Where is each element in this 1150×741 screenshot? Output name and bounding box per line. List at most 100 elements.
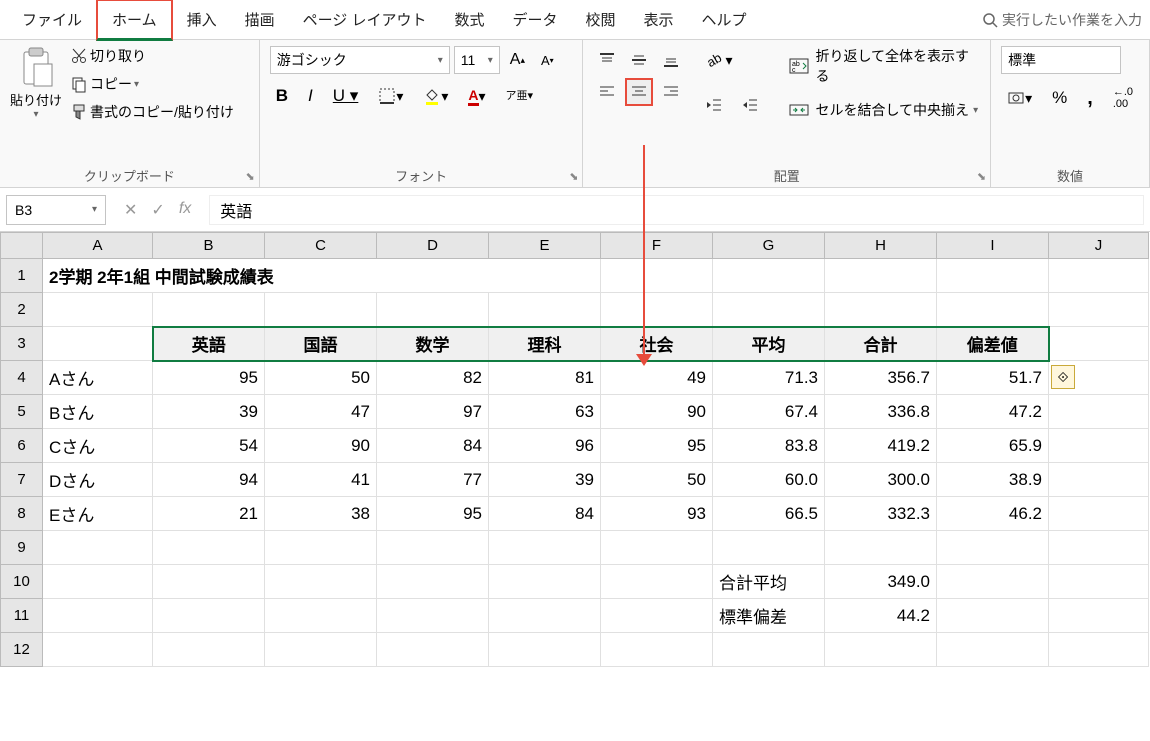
cell[interactable]: 81 (489, 361, 601, 395)
cell[interactable]: 54 (153, 429, 265, 463)
cell[interactable]: 49 (601, 361, 713, 395)
increase-decimal-button[interactable]: ←.0.00 (1107, 82, 1139, 114)
student-name[interactable]: Eさん (43, 497, 153, 531)
percent-button[interactable]: % (1046, 84, 1073, 112)
col-header[interactable]: H (825, 233, 937, 259)
cell[interactable]: 300.0 (825, 463, 937, 497)
tab-draw[interactable]: 描画 (231, 1, 289, 38)
alignment-launcher[interactable]: ⬊ (977, 170, 986, 183)
table-header[interactable]: 社会 (601, 327, 713, 361)
cell[interactable]: 47 (265, 395, 377, 429)
enter-formula-button[interactable]: ✓ (151, 200, 164, 220)
number-format-combo[interactable]: 標準 (1001, 46, 1121, 74)
cell[interactable]: 95 (153, 361, 265, 395)
student-name[interactable]: Dさん (43, 463, 153, 497)
col-header[interactable]: J (1049, 233, 1149, 259)
table-header[interactable]: 合計 (825, 327, 937, 361)
cell[interactable]: 96 (489, 429, 601, 463)
tab-data[interactable]: データ (499, 1, 572, 38)
currency-button[interactable]: ▾ (1001, 85, 1038, 111)
tab-insert[interactable]: 挿入 (173, 1, 231, 38)
cell[interactable]: 84 (377, 429, 489, 463)
tab-help[interactable]: ヘルプ (688, 1, 761, 38)
cell[interactable]: 94 (153, 463, 265, 497)
col-header[interactable]: C (265, 233, 377, 259)
col-header[interactable]: D (377, 233, 489, 259)
cell[interactable]: 50 (265, 361, 377, 395)
cell[interactable]: 65.9 (937, 429, 1049, 463)
summary-label[interactable]: 標準偏差 (713, 599, 825, 633)
cell[interactable]: 84 (489, 497, 601, 531)
font-color-button[interactable]: A ▾ (462, 83, 491, 110)
tab-home[interactable]: ホーム (96, 0, 173, 41)
student-name[interactable]: Cさん (43, 429, 153, 463)
merge-center-button[interactable]: セルを結合して中央揃え ▾ (789, 100, 980, 120)
worksheet-grid[interactable]: A B C D E F G H I J 1 2学期 2年1組 中間試験成績表 2… (0, 232, 1150, 667)
cell[interactable]: 336.8 (825, 395, 937, 429)
clipboard-launcher[interactable]: ⬊ (246, 170, 255, 183)
cancel-formula-button[interactable]: ✕ (124, 200, 137, 220)
tab-review[interactable]: 校閲 (572, 1, 630, 38)
col-header[interactable]: G (713, 233, 825, 259)
cut-button[interactable]: 切り取り (70, 46, 234, 66)
row-header[interactable]: 6 (1, 429, 43, 463)
cell[interactable]: 77 (377, 463, 489, 497)
row-header[interactable]: 1 (1, 259, 43, 293)
table-header[interactable]: 英語 (153, 327, 265, 361)
row-header[interactable]: 11 (1, 599, 43, 633)
select-all-corner[interactable] (1, 233, 43, 259)
underline-button[interactable]: U ▾ (327, 82, 365, 110)
smart-tag-icon[interactable]: ⟐ (1051, 365, 1075, 389)
tab-view[interactable]: 表示 (630, 1, 688, 38)
cell[interactable]: 82 (377, 361, 489, 395)
cell[interactable]: 90 (265, 429, 377, 463)
wrap-text-button[interactable]: abc 折り返して全体を表示する (789, 46, 980, 86)
cell[interactable]: 90 (601, 395, 713, 429)
summary-value[interactable]: 349.0 (825, 565, 937, 599)
cell[interactable]: 38.9 (937, 463, 1049, 497)
decrease-font-button[interactable]: A▾ (535, 49, 560, 72)
tab-formulas[interactable]: 数式 (440, 1, 498, 38)
border-button[interactable]: ▾ (372, 83, 409, 109)
bold-button[interactable]: B (270, 82, 294, 110)
cell[interactable]: 63 (489, 395, 601, 429)
cell[interactable]: 97 (377, 395, 489, 429)
font-size-combo[interactable]: 11 ▾ (454, 46, 500, 74)
cell[interactable]: 95 (377, 497, 489, 531)
col-header[interactable]: I (937, 233, 1049, 259)
table-header[interactable]: 数学 (377, 327, 489, 361)
cell[interactable]: 93 (601, 497, 713, 531)
tell-me-search[interactable]: 実行したい作業を入力 (982, 10, 1142, 30)
col-header[interactable]: B (153, 233, 265, 259)
cell[interactable]: 419.2 (825, 429, 937, 463)
cell[interactable]: 83.8 (713, 429, 825, 463)
align-top-button[interactable] (593, 46, 621, 74)
row-header[interactable]: 7 (1, 463, 43, 497)
font-name-combo[interactable]: 游ゴシック ▾ (270, 46, 450, 74)
table-header[interactable]: 平均 (713, 327, 825, 361)
summary-label[interactable]: 合計平均 (713, 565, 825, 599)
align-left-button[interactable] (593, 78, 621, 106)
comma-button[interactable]: , (1081, 83, 1099, 114)
cell[interactable]: 95 (601, 429, 713, 463)
cell[interactable]: 38 (265, 497, 377, 531)
student-name[interactable]: Bさん (43, 395, 153, 429)
table-header[interactable]: 偏差値 (937, 327, 1049, 361)
row-header[interactable]: 10 (1, 565, 43, 599)
format-painter-button[interactable]: 書式のコピー/貼り付け (70, 102, 234, 122)
table-header[interactable]: 国語 (265, 327, 377, 361)
cell[interactable]: 41 (265, 463, 377, 497)
cell[interactable]: 71.3 (713, 361, 825, 395)
col-header[interactable]: E (489, 233, 601, 259)
cell[interactable]: 356.7 (825, 361, 937, 395)
tab-file[interactable]: ファイル (8, 1, 96, 38)
cell[interactable]: 21 (153, 497, 265, 531)
copy-button[interactable]: コピー ▾ (70, 74, 234, 94)
increase-indent-button[interactable] (735, 92, 765, 118)
formula-input[interactable]: 英語 (209, 195, 1144, 225)
row-header[interactable]: 4 (1, 361, 43, 395)
cell[interactable]: 39 (153, 395, 265, 429)
row-header[interactable]: 8 (1, 497, 43, 531)
orientation-button[interactable]: ab ▾ (699, 46, 765, 74)
cell[interactable]: 47.2 (937, 395, 1049, 429)
